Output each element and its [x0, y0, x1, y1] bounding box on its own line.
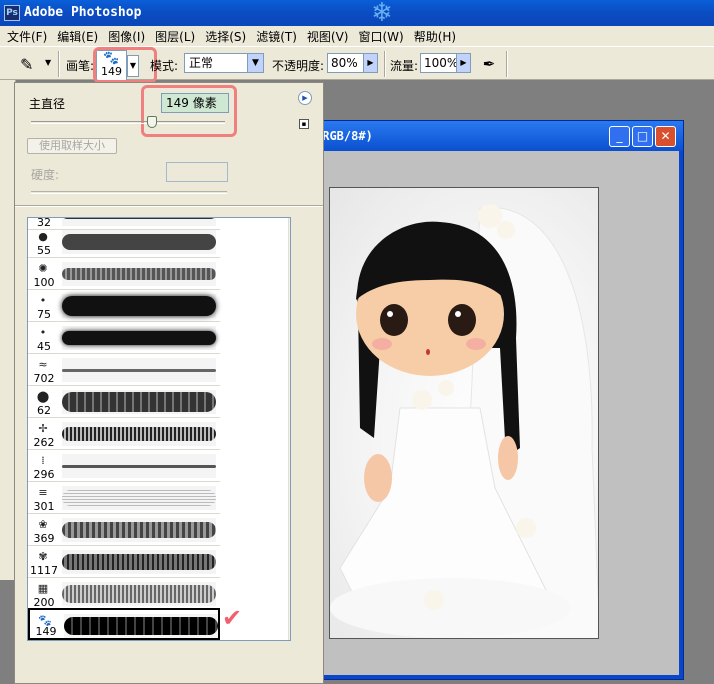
doll-illustration: [330, 204, 598, 638]
opacity-field[interactable]: 80% ▶: [327, 53, 378, 73]
diameter-slider-thumb[interactable]: [147, 116, 157, 128]
highlight-diameter: [141, 85, 237, 137]
flow-label: 流量:: [390, 59, 419, 73]
minimize-icon[interactable]: _: [609, 126, 630, 147]
preset-1117[interactable]: ✾ 1117: [28, 546, 220, 578]
hardness-field[interactable]: [166, 162, 228, 182]
brush-label: 画笔:: [66, 59, 95, 73]
preset-301[interactable]: ≡ 301: [28, 482, 220, 514]
menu-view[interactable]: 视图(V): [302, 28, 354, 45]
airbrush-icon[interactable]: ✒: [476, 52, 502, 76]
mode-select[interactable]: 正常 ▼: [184, 53, 264, 73]
flow-value: 100%: [424, 56, 459, 70]
preset-75[interactable]: • 75: [28, 290, 220, 322]
scroll-up-icon[interactable]: ▲: [290, 219, 291, 235]
app-title: Adobe Photoshop: [24, 5, 142, 20]
panel-divider: [15, 205, 323, 207]
doll-photo: [329, 187, 599, 639]
options-bar: ✎ ▼ 画笔: 🐾 149 ▼ 模式: 正常 ▼ 不透明度: 80% ▶ 流量:…: [0, 46, 714, 83]
use-sample-size-button[interactable]: 使用取样大小: [27, 138, 117, 154]
panel-menu-arrow-icon[interactable]: ▶: [298, 91, 312, 105]
menu-bar: 文件(F) 编辑(E) 图像(I) 图层(L) 选择(S) 滤镜(T) 视图(V…: [0, 26, 714, 46]
brush-preset-panel: 主直径 149 像素 ▶ ▪ 使用取样大小 硬度: ● 32 ● 55 ✺ 10…: [14, 82, 324, 684]
scroll-thumb[interactable]: [290, 554, 291, 618]
flow-slider-arrow-icon[interactable]: ▶: [456, 54, 470, 72]
preset-45[interactable]: • 45: [28, 322, 220, 354]
scroll-down-icon[interactable]: ▼: [290, 623, 291, 639]
flow-field[interactable]: 100% ▶: [420, 53, 471, 73]
mode-label: 模式:: [150, 59, 179, 73]
preset-369[interactable]: ❀ 369: [28, 514, 220, 546]
chevron-down-icon[interactable]: ▼: [247, 54, 263, 72]
menu-filter[interactable]: 滤镜(T): [251, 28, 302, 45]
separator: [58, 51, 60, 77]
hardness-label: 硬度:: [31, 168, 60, 182]
save-preset-icon[interactable]: ▪: [299, 119, 309, 129]
menu-image[interactable]: 图像(I): [103, 28, 150, 45]
menu-window[interactable]: 窗口(W): [353, 28, 408, 45]
brush-tool-icon[interactable]: ✎: [20, 55, 33, 74]
menu-help[interactable]: 帮助(H): [409, 28, 461, 45]
snowflake-decoration-icon: ❄: [371, 0, 393, 28]
opacity-slider-arrow-icon[interactable]: ▶: [363, 54, 377, 72]
menu-edit[interactable]: 编辑(E): [52, 28, 103, 45]
separator: [506, 51, 508, 77]
highlight-brush-picker: [93, 47, 157, 83]
hardness-slider[interactable]: [31, 191, 227, 194]
preset-55[interactable]: ● 55: [28, 226, 220, 258]
checkmark-annotation-icon: ✔: [222, 604, 243, 632]
app-titlebar: Ps Adobe Photoshop ❄: [0, 0, 714, 28]
separator: [384, 51, 386, 77]
preset-296[interactable]: ⁞ 296: [28, 450, 220, 482]
preset-62[interactable]: ⬤ 62: [28, 386, 220, 418]
maximize-icon[interactable]: □: [632, 126, 653, 147]
brush-preset-list[interactable]: ● 32 ● 55 ✺ 100 • 75 • 45 ≈ 702: [27, 217, 291, 641]
preset-list-scrollbar[interactable]: ▲ ▼: [288, 218, 291, 640]
mode-value: 正常: [189, 56, 214, 70]
master-diameter-label: 主直径: [29, 97, 66, 111]
preset-200[interactable]: ▦ 200: [28, 578, 220, 610]
preset-100[interactable]: ✺ 100: [28, 258, 220, 290]
preset-262[interactable]: ✢ 262: [28, 418, 220, 450]
menu-select[interactable]: 选择(S): [200, 28, 251, 45]
opacity-value: 80%: [331, 56, 358, 70]
tool-preset-dropdown-icon[interactable]: ▼: [45, 58, 51, 67]
diameter-slider[interactable]: [31, 121, 225, 124]
opacity-label: 不透明度:: [272, 59, 325, 73]
preset-149-selected[interactable]: 🐾 149: [28, 608, 220, 640]
photoshop-app-icon: Ps: [4, 5, 20, 21]
preset-702[interactable]: ≈ 702: [28, 354, 220, 386]
menu-layer[interactable]: 图层(L): [150, 28, 200, 45]
menu-file[interactable]: 文件(F): [2, 28, 52, 45]
close-icon[interactable]: ✕: [655, 126, 676, 147]
